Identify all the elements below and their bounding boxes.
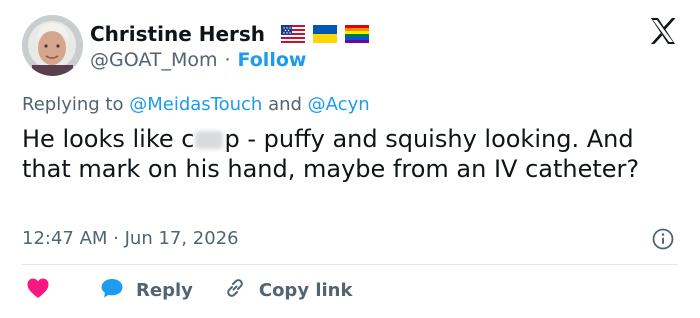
heart-icon <box>26 277 50 303</box>
replying-prefix: Replying to <box>22 94 124 115</box>
speech-bubble-icon <box>100 277 136 304</box>
copy-link-label: Copy link <box>258 279 353 301</box>
x-logo-icon[interactable] <box>648 16 678 46</box>
replying-to: Replying to @MeidasTouch and @Acyn <box>22 94 370 115</box>
handle[interactable]: @GOAT_Mom <box>90 49 218 71</box>
tweet-text: He looks like cp - puffy and squishy loo… <box>22 124 682 184</box>
display-name[interactable]: Christine Hersh <box>90 22 265 46</box>
info-icon[interactable] <box>652 228 674 250</box>
like-button[interactable] <box>26 277 50 303</box>
separator-dot: · <box>224 49 231 71</box>
handle-row: @GOAT_Mom · Follow <box>90 48 306 72</box>
rainbow-flag-icon <box>345 25 370 43</box>
reply-button[interactable]: Reply <box>100 277 193 304</box>
avatar[interactable] <box>22 15 83 76</box>
name-row: Christine Hersh <box>90 21 370 47</box>
ukraine-flag-icon <box>313 25 338 43</box>
censored-word <box>195 131 224 149</box>
timestamp[interactable]: 12:47 AM · Jun 17, 2026 <box>22 228 239 249</box>
link-icon <box>223 276 259 305</box>
mention-meidastouch[interactable]: @MeidasTouch <box>129 94 262 115</box>
replying-conjunction: and <box>268 94 302 115</box>
us-flag-icon <box>281 25 306 43</box>
copy-link-button[interactable]: Copy link <box>223 276 353 305</box>
action-bar: Reply Copy link <box>22 276 352 304</box>
flags <box>273 25 370 43</box>
mention-acyn[interactable]: @Acyn <box>308 94 370 115</box>
follow-button[interactable]: Follow <box>238 49 307 71</box>
reply-label: Reply <box>136 279 193 301</box>
tweet-card: Christine Hersh @GOAT_Mom · Follow Reply… <box>0 0 700 318</box>
tweet-text-start: He looks like c <box>22 125 195 153</box>
divider <box>22 264 678 265</box>
